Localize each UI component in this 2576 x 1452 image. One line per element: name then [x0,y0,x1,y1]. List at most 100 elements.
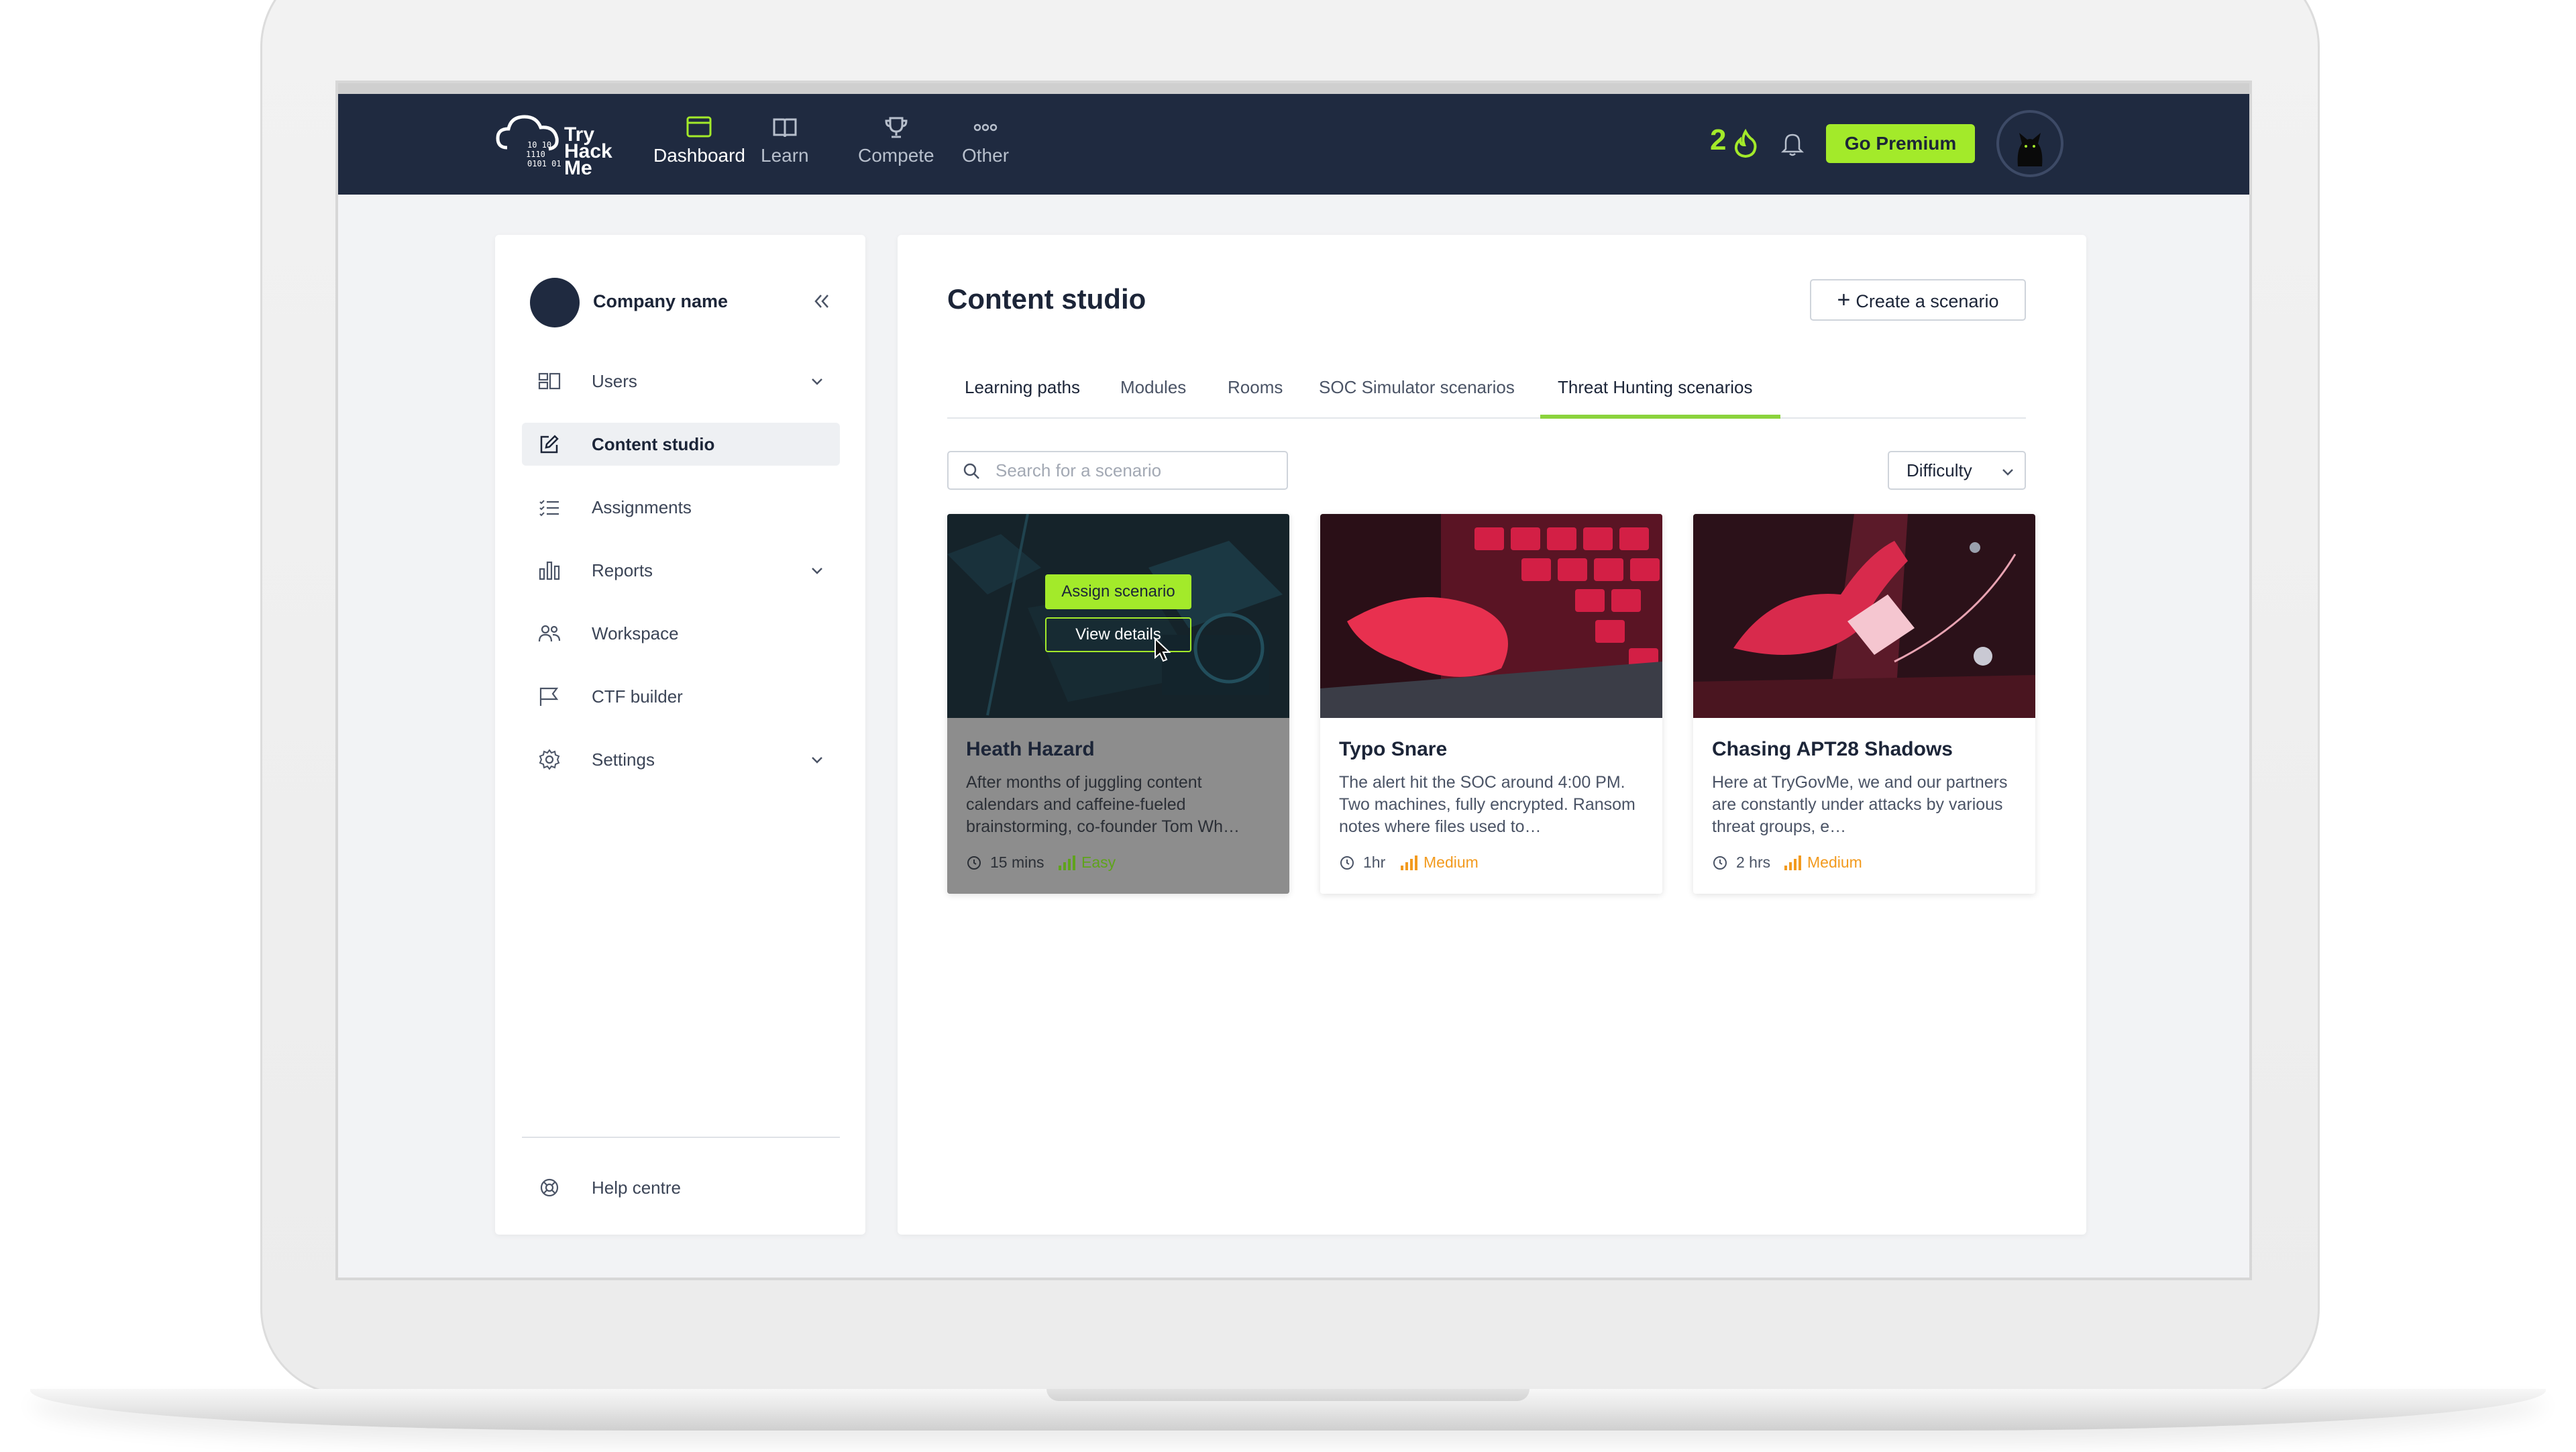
content-panel: Content studio + Create a scenario Learni… [898,235,2086,1235]
sidebar-item-label: CTF builder [592,686,683,707]
sidebar-divider [522,1137,840,1138]
sidebar-item-label: Assignments [592,497,692,517]
card-title: Chasing APT28 Shadows [1712,738,1953,760]
nav-dashboard[interactable]: Dashboard [653,115,745,166]
card-body: Chasing APT28 Shadows Here at TryGovMe, … [1693,718,2035,894]
sidebar-item-workspace[interactable]: Workspace [522,612,840,655]
help-centre-label: Help centre [592,1178,681,1198]
nav-label: Learn [761,145,809,166]
difficulty-label: Difficulty [1907,460,1972,480]
trophy-icon [885,117,908,138]
user-avatar[interactable] [1996,110,2063,177]
card-description: Here at TryGovMe, we and our partners ar… [1712,773,2008,836]
search-icon [963,463,979,479]
go-premium-button[interactable]: Go Premium [1826,124,1975,163]
sidebar-item-label: Settings [592,749,655,770]
scenario-card-typo-snare[interactable]: Typo Snare The alert hit the SOC around … [1320,514,1662,894]
book-icon [773,118,797,138]
sidebar: Company name Users Content studio Assign… [495,235,865,1235]
difficulty-bars-icon [1401,855,1417,870]
bar-chart-icon [539,561,560,580]
card-duration: 2 hrs [1736,853,1771,871]
edit-icon [540,435,559,454]
chevron-down-icon [2002,469,2013,476]
sidebar-item-assignments[interactable]: Assignments [522,486,840,529]
chevron-down-icon [812,568,822,574]
card-body: Typo Snare The alert hit the SOC around … [1320,718,1662,894]
dashboard-icon [686,116,712,138]
card-body: Heath Hazard After months of juggling co… [947,718,1289,894]
card-duration: 15 mins [990,853,1044,871]
create-scenario-label: Create a scenario [1856,291,1999,311]
laptop-screen: 10 10 1110 0101 01 Try Hack Me Dashboard… [335,81,2252,1280]
sidebar-item-ctf-builder[interactable]: CTF builder [522,675,840,718]
clock-icon [1340,856,1354,870]
company-name: Company name [593,291,729,311]
svg-text:1110: 1110 [526,150,545,159]
scenario-card-heath-hazard[interactable]: Heath Hazard After months of juggling co… [947,514,1289,894]
plus-icon: + [1837,287,1851,313]
clock-icon [967,856,981,870]
sidebar-item-content-studio[interactable]: Content studio [522,423,840,466]
sidebar-item-label: Reports [592,560,653,580]
card-title: Typo Snare [1339,738,1448,760]
tab-threat-hunting[interactable]: Threat Hunting scenarios [1558,377,1752,419]
logo-text: Try Hack Me [564,123,612,179]
nav-learn[interactable]: Learn [761,115,809,166]
search-placeholder: Search for a scenario [996,460,1162,480]
help-centre-link[interactable]: Help centre [522,1166,840,1209]
card-description: After months of juggling content calenda… [966,773,1240,836]
card-title: Heath Hazard [966,738,1095,760]
tab-soc-simulator[interactable]: SOC Simulator scenarios [1319,377,1515,419]
search-input[interactable]: Search for a scenario [947,451,1288,490]
users-icon [538,372,561,390]
company-avatar [530,278,580,327]
scenario-thumbnail [1693,514,2035,718]
tryhackme-logo[interactable]: 10 10 1110 0101 01 Try Hack Me [494,109,628,183]
page-title: Content studio [947,283,1146,315]
card-difficulty: Easy [1081,853,1116,871]
assign-scenario-button[interactable]: Assign scenario [1045,574,1191,609]
difficulty-bars-icon [1059,855,1075,870]
list-icon [539,500,559,517]
cat-avatar-icon [1999,113,2061,174]
tab-rooms[interactable]: Rooms [1228,377,1283,419]
difficulty-dropdown[interactable]: Difficulty [1888,451,2026,490]
gear-icon [539,749,560,770]
difficulty-bars-icon [1784,855,1801,870]
card-difficulty: Medium [1424,853,1479,871]
top-navbar: 10 10 1110 0101 01 Try Hack Me Dashboard… [338,94,2249,195]
team-icon [538,625,561,642]
more-icon [973,123,998,132]
streak-count: 2 [1710,123,1727,156]
tab-modules[interactable]: Modules [1120,377,1186,419]
laptop-notch [1046,1389,1529,1401]
nav-label: Other [962,145,1010,166]
clock-icon [1713,856,1727,870]
nav-label: Dashboard [653,145,745,166]
collapse-sidebar-icon[interactable] [810,291,833,311]
active-tab-indicator [1540,415,1780,419]
bell-icon[interactable] [1780,130,1805,157]
nav-other[interactable]: Other [962,115,1009,166]
nav-label: Compete [858,145,934,166]
chevron-down-icon [812,757,822,764]
flame-icon[interactable] [1732,129,1759,158]
tab-learning-paths[interactable]: Learning paths [965,377,1080,419]
sidebar-item-users[interactable]: Users [522,360,840,403]
card-duration: 1hr [1363,853,1386,871]
sidebar-item-reports[interactable]: Reports [522,549,840,592]
sidebar-item-label: Workspace [592,623,679,643]
svg-text:0101 01: 0101 01 [527,159,561,168]
svg-text:10 10: 10 10 [527,140,551,150]
chevron-down-icon [812,378,822,385]
nav-compete[interactable]: Compete [858,115,934,166]
scenario-card-chasing-apt28[interactable]: Chasing APT28 Shadows Here at TryGovMe, … [1693,514,2035,894]
sidebar-item-settings[interactable]: Settings [522,738,840,781]
sidebar-item-label: Users [592,371,637,391]
create-scenario-button[interactable]: + Create a scenario [1810,279,2026,321]
card-description: The alert hit the SOC around 4:00 PM. Tw… [1339,773,1635,836]
sidebar-item-label: Content studio [592,434,715,454]
tabs-divider [947,417,2026,419]
flag-icon [539,687,559,706]
